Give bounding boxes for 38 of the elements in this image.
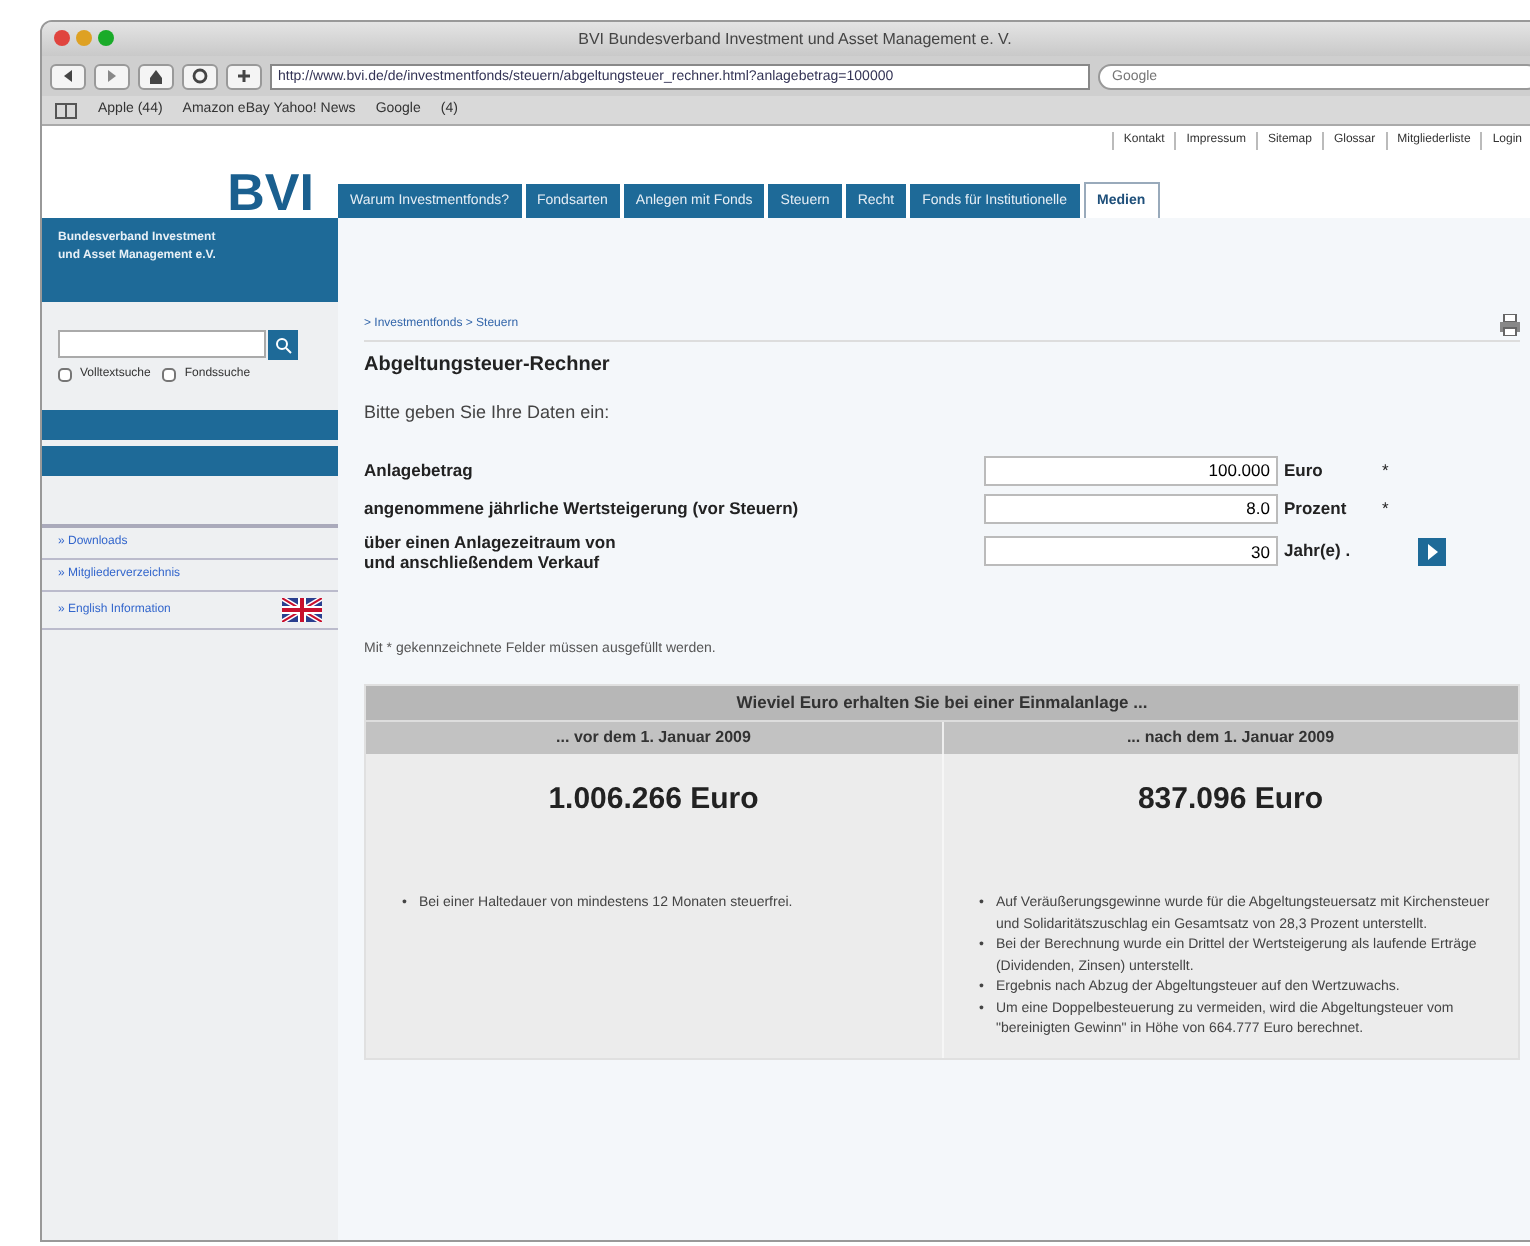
intro-text: Bitte geben Sie Ihre Daten ein: <box>364 400 612 426</box>
field-label: angenommene jährliche Wertsteigerung (vor Steuern) <box>364 498 801 518</box>
home-button[interactable] <box>138 63 174 89</box>
results-title: Wieviel Euro erhalten Sie bei einer Einmalanlage ... <box>366 686 1518 720</box>
required-mark: * <box>1382 457 1391 483</box>
field-label: Anlagebetrag <box>364 460 475 480</box>
home-icon <box>146 66 166 86</box>
result-amount: 1.006.266 Euro <box>546 779 761 820</box>
flag-icon[interactable] <box>282 598 322 622</box>
add-bookmark-button[interactable] <box>226 63 262 89</box>
search-field[interactable] <box>58 330 266 358</box>
search-icon <box>274 336 292 354</box>
bookmarks-icon[interactable] <box>54 99 78 121</box>
window-title: BVI Bundesverband Investment und Asset Management e. V. <box>578 30 1012 48</box>
unit-label: Prozent <box>1282 495 1349 521</box>
required-mark: * <box>1382 495 1391 521</box>
back-button[interactable] <box>50 63 86 89</box>
add-bookmark-icon <box>234 66 254 86</box>
submit-button[interactable] <box>1418 537 1446 565</box>
window-controls[interactable] <box>54 30 114 46</box>
page-heading: Abgeltungsteuer-Rechner <box>364 352 612 380</box>
column-heading: ... vor dem 1. Januar 2009 <box>554 725 753 750</box>
logo-text[interactable]: BVI <box>227 166 314 218</box>
result-amount: 837.096 Euro <box>1135 779 1326 820</box>
reload-icon <box>190 66 210 86</box>
input-field[interactable]: 100.000 <box>984 455 1278 485</box>
unit-label: Euro <box>1282 457 1325 483</box>
input-field[interactable]: 8.0 <box>984 493 1278 523</box>
column-heading: ... nach dem 1. Januar 2009 <box>941 721 1518 754</box>
input-field[interactable]: 30 <box>984 536 1278 566</box>
reload-button[interactable] <box>182 63 218 89</box>
checkbox[interactable] <box>162 368 177 382</box>
checkbox[interactable] <box>58 368 72 382</box>
print-icon[interactable] <box>1500 314 1520 336</box>
unit-label: Jahr(e) . <box>1282 538 1353 564</box>
field-label: über einen Anlagezeitraum von und anschließendem Verkauf <box>364 531 618 571</box>
search-button[interactable] <box>268 330 298 360</box>
play-icon <box>1426 543 1438 559</box>
